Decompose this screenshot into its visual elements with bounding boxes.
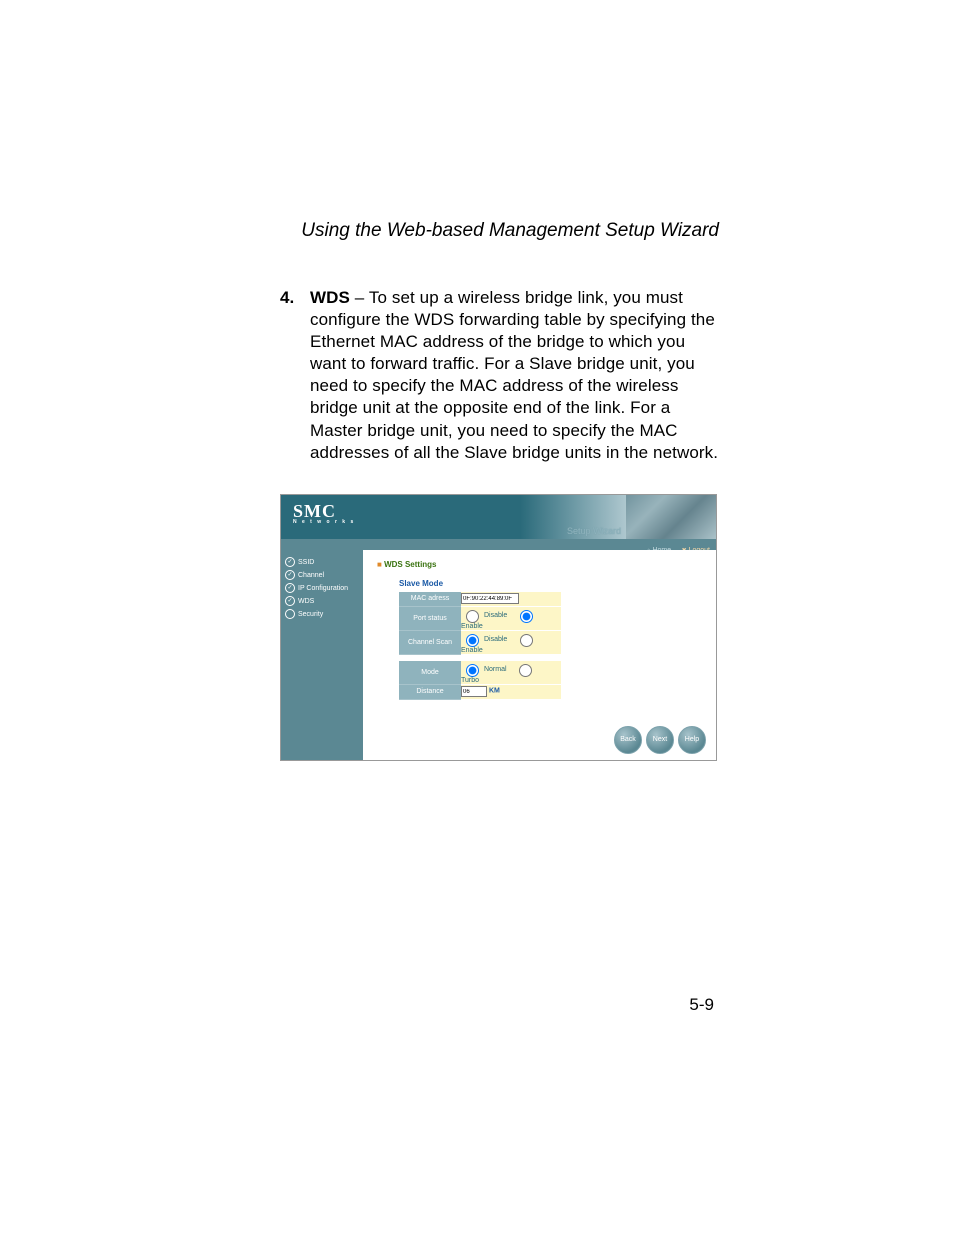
smc-logo: SMC N e t w o r k s [281,495,355,525]
row-mode: Mode Normal Turbo [399,661,561,685]
sidebar-item-ssid[interactable]: SSID [285,556,359,569]
sidebar-item-security[interactable]: Security [285,608,359,621]
page-number: 5-9 [689,995,714,1015]
mac-address-input[interactable] [461,593,519,604]
step-body: WDS – To set up a wireless bridge link, … [310,287,719,464]
label-mac: MAC adress [399,592,461,607]
panel-title: WDS Settings [377,560,706,569]
step-number: 4. [280,287,310,464]
main-panel: WDS Settings Slave Mode MAC adress Port … [363,550,716,760]
channelscan-enable-label: Enable [461,647,483,654]
sidebar-item-wds[interactable]: WDS [285,595,359,608]
circle-icon [285,609,295,619]
label-mode: Mode [399,661,461,685]
mode-normal-radio[interactable] [466,664,479,677]
page-title: Using the Web-based Management Setup Wiz… [280,220,719,242]
crumb-row: ⌂ Home ✖ Logout [281,539,716,550]
sidebar-item-ipconfig[interactable]: IP Configuration [285,582,359,595]
mode-turbo-label: Turbo [461,677,479,684]
distance-input[interactable] [461,686,487,697]
step-4: 4. WDS – To set up a wireless bridge lin… [280,287,719,464]
step-heading: WDS [310,288,350,307]
channelscan-disable-radio[interactable] [466,634,479,647]
banner-title: Setup Wizard [567,526,621,536]
row-portstatus: Port status Disable Enable [399,606,561,630]
wds-settings-screenshot: SMC N e t w o r k s Setup Wizard ⌂ Home … [280,494,717,761]
portstatus-disable-label: Disable [484,612,507,619]
banner: SMC N e t w o r k s Setup Wizard [281,495,716,539]
label-distance: Distance [399,684,461,699]
back-button[interactable]: Back [614,726,642,754]
sidebar: SSID Channel IP Configuration WDS Securi… [281,550,363,760]
row-mac: MAC adress [399,592,561,607]
row-distance: Distance KM [399,684,561,699]
portstatus-enable-radio[interactable] [520,610,533,623]
next-button[interactable]: Next [646,726,674,754]
check-icon [285,570,295,580]
portstatus-enable-label: Enable [461,623,483,630]
check-icon [285,583,295,593]
sidebar-item-label: SSID [298,556,314,569]
portstatus-disable-radio[interactable] [466,610,479,623]
sidebar-item-label: Channel [298,569,324,582]
row-channelscan: Channel Scan Disable Enable [399,630,561,654]
sidebar-item-label: IP Configuration [298,582,348,595]
sidebar-item-label: WDS [298,595,314,608]
banner-photo [626,495,716,539]
config-table-1: MAC adress Port status Disable Enable Ch… [399,592,561,700]
label-portstatus: Port status [399,606,461,630]
step-text: – To set up a wireless bridge link, you … [310,288,718,462]
distance-unit: KM [489,688,500,695]
mode-normal-label: Normal [484,666,507,673]
help-button[interactable]: Help [678,726,706,754]
check-icon [285,596,295,606]
panel-subtitle: Slave Mode [399,579,706,588]
channelscan-enable-radio[interactable] [520,634,533,647]
sidebar-item-channel[interactable]: Channel [285,569,359,582]
mode-turbo-radio[interactable] [519,664,532,677]
label-channelscan: Channel Scan [399,630,461,654]
check-icon [285,557,295,567]
wizard-buttons: Back Next Help [614,726,706,754]
sidebar-item-label: Security [298,608,323,621]
channelscan-disable-label: Disable [484,636,507,643]
